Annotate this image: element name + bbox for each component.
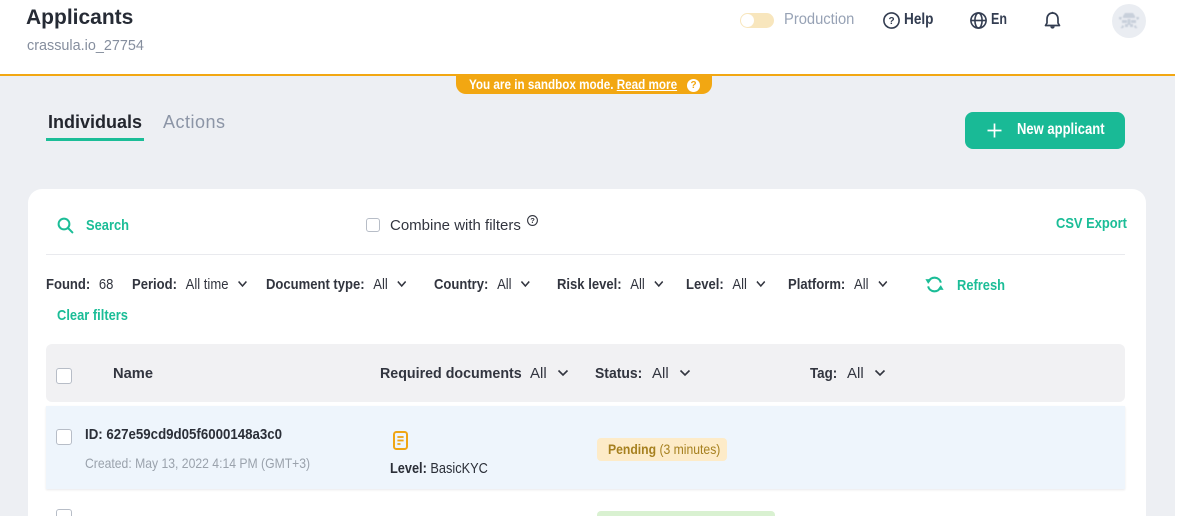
svg-text:?: ?	[530, 216, 535, 225]
svg-text:?: ?	[888, 16, 894, 27]
